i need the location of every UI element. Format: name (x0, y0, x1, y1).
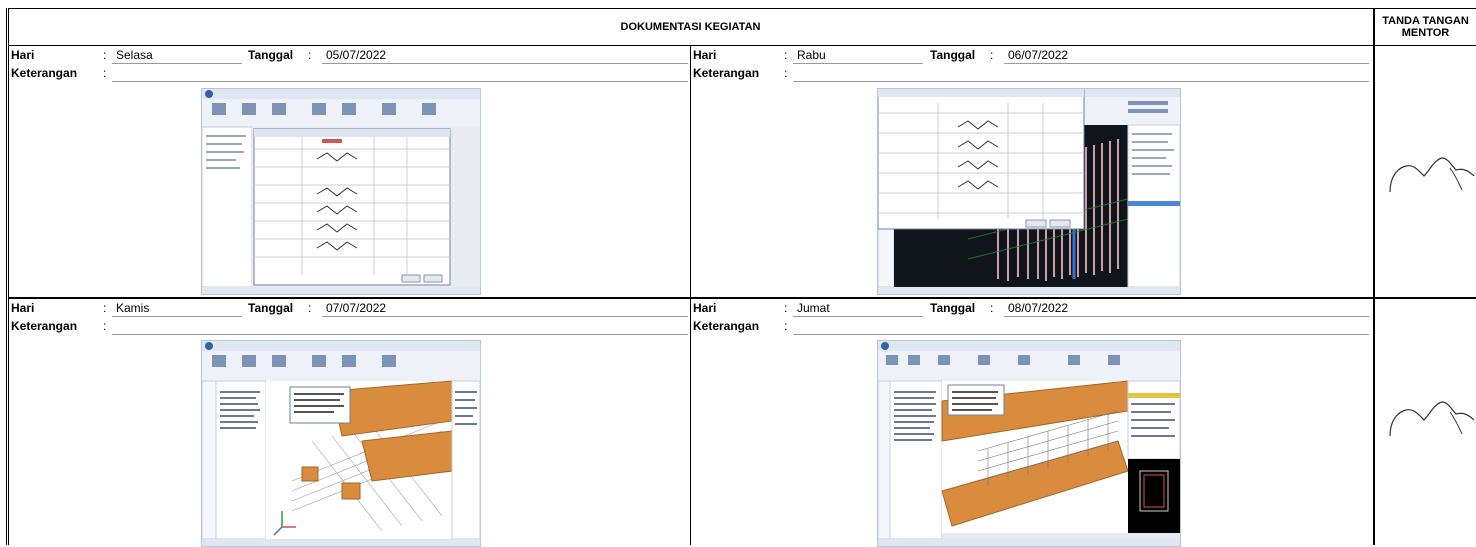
colon: : (103, 48, 107, 62)
day-label: Hari (11, 48, 35, 62)
day-label: Hari (693, 301, 717, 315)
day-label: Hari (693, 48, 717, 62)
date-label: Tanggal (930, 301, 976, 315)
border-header-bottom (8, 45, 1476, 46)
colon: : (784, 301, 788, 315)
note-label: Keterangan (693, 319, 760, 333)
border-left-inner (8, 8, 9, 545)
date-value: 05/07/2022 (326, 48, 387, 62)
colon: : (784, 66, 788, 80)
screenshot-image (878, 89, 1180, 294)
border-row-divider (8, 297, 1476, 299)
border-signature-left (1373, 8, 1375, 545)
activity-screenshot (201, 340, 481, 547)
date-value: 06/07/2022 (1008, 48, 1069, 62)
note-label: Keterangan (11, 66, 78, 80)
colon: : (103, 319, 107, 333)
colon: : (990, 301, 994, 315)
activity-screenshot (877, 340, 1181, 547)
colon: : (784, 48, 788, 62)
mentor-signature (1389, 401, 1475, 437)
colon: : (990, 48, 994, 62)
note-label: Keterangan (693, 66, 760, 80)
day-value: Jumat (797, 301, 830, 315)
border-col-divider (690, 45, 691, 545)
day-label: Hari (11, 301, 35, 315)
note-label: Keterangan (11, 319, 78, 333)
date-underline (1004, 63, 1369, 64)
day-value: Selasa (116, 48, 153, 62)
note-underline (112, 81, 688, 82)
colon: : (784, 319, 788, 333)
day-underline (112, 63, 242, 64)
date-underline (322, 63, 688, 64)
documentation-sheet: DOKUMENTASI KEGIATAN TANDA TANGAN MENTOR… (0, 0, 1476, 547)
activity-screenshot (201, 88, 481, 295)
day-value: Kamis (116, 301, 150, 315)
signature-column-title: TANDA TANGAN MENTOR (1382, 14, 1469, 39)
note-underline (793, 81, 1369, 82)
note-underline (793, 334, 1369, 335)
page-title: DOKUMENTASI KEGIATAN (620, 20, 761, 33)
date-underline (1004, 316, 1369, 317)
colon: : (308, 48, 312, 62)
screenshot-image (878, 341, 1180, 546)
colon: : (103, 66, 107, 80)
screenshot-image (202, 341, 480, 546)
note-underline (112, 334, 688, 335)
mentor-signature (1389, 157, 1475, 193)
date-value: 07/07/2022 (326, 301, 387, 315)
day-underline (112, 316, 242, 317)
screenshot-image (202, 89, 480, 294)
colon: : (103, 301, 107, 315)
day-underline (793, 63, 923, 64)
date-label: Tanggal (248, 48, 294, 62)
day-underline (793, 316, 923, 317)
colon: : (308, 301, 312, 315)
date-value: 08/07/2022 (1008, 301, 1069, 315)
date-underline (322, 316, 688, 317)
activity-screenshot (877, 88, 1181, 295)
border-left-outer (6, 8, 7, 545)
date-label: Tanggal (930, 48, 976, 62)
date-label: Tanggal (248, 301, 294, 315)
day-value: Rabu (797, 48, 826, 62)
